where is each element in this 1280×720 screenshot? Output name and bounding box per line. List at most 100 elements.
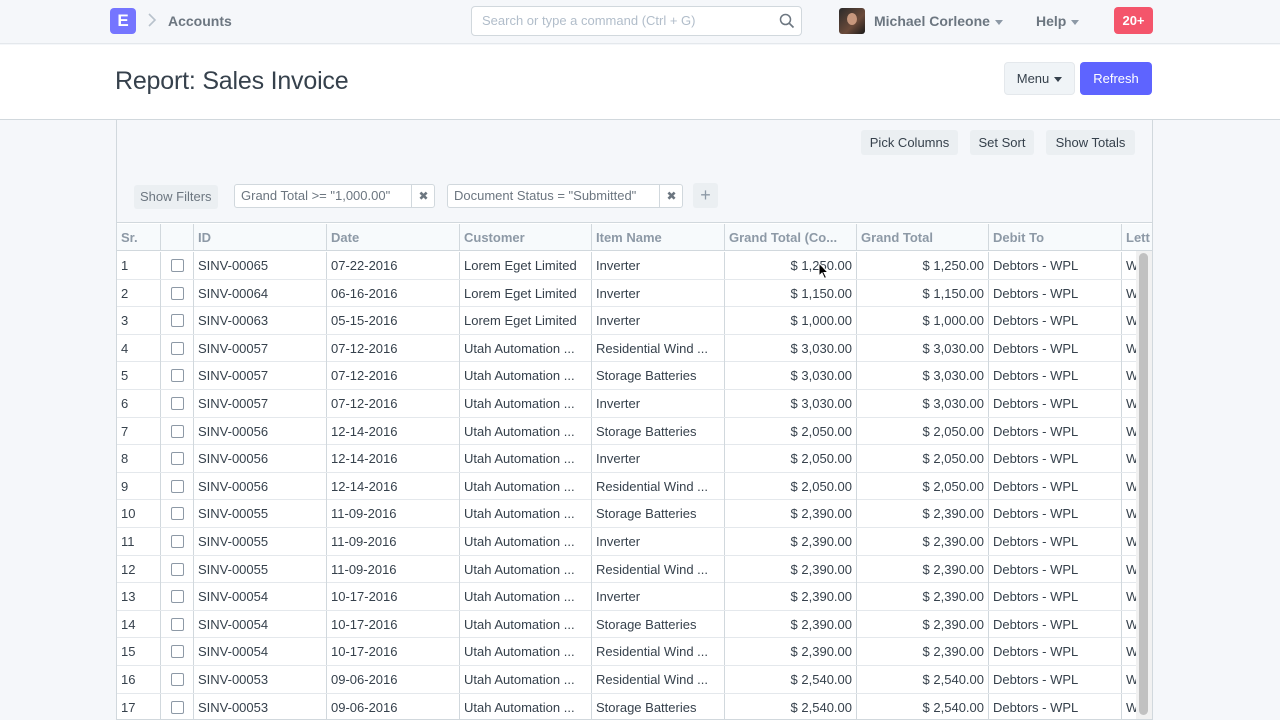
table-row[interactable]: 2 SINV-00064 06-16-2016 Lorem Eget Limited I… <box>117 279 1152 308</box>
cell-date[interactable]: 07-22-2016 <box>327 252 460 279</box>
table-row[interactable]: 13 SINV-00054 10-17-2016 Utah Automation ..… <box>117 583 1152 611</box>
refresh-button[interactable]: Refresh <box>1080 62 1152 95</box>
cell-customer[interactable]: Utah Automation ... <box>460 638 592 666</box>
cell-debit-to[interactable]: Debtors - WPL <box>989 307 1122 335</box>
cell-item-name[interactable]: Inverter <box>592 445 725 473</box>
cell-sr[interactable]: 11 <box>117 528 161 555</box>
cell-customer[interactable]: Utah Automation ... <box>460 610 592 638</box>
cell-item-name[interactable]: Inverter <box>592 307 725 335</box>
cell-id[interactable]: SINV-00056 <box>194 445 327 473</box>
cell-grand-total-company[interactable]: $ 2,050.00 <box>725 417 857 445</box>
breadcrumb-accounts[interactable]: Accounts <box>168 13 232 29</box>
cell-id[interactable]: SINV-00064 <box>194 279 327 307</box>
cell-customer[interactable]: Utah Automation ... <box>460 555 592 583</box>
cell-id[interactable]: SINV-00055 <box>194 555 327 583</box>
user-menu[interactable]: Michael Corleone <box>874 13 1003 29</box>
user-avatar[interactable] <box>839 8 865 34</box>
cell-debit-to[interactable]: Debtors - WPL <box>989 334 1122 362</box>
cell-item-name[interactable]: Storage Batteries <box>592 500 725 528</box>
cell-date[interactable]: 07-12-2016 <box>327 334 460 362</box>
search-input[interactable] <box>482 13 772 28</box>
cell-customer[interactable]: Utah Automation ... <box>460 445 592 473</box>
cell-grand-total-company[interactable]: $ 3,030.00 <box>725 362 857 390</box>
table-row[interactable]: 10 SINV-00055 11-09-2016 Utah Automation ..… <box>117 500 1152 528</box>
cell-date[interactable]: 11-09-2016 <box>327 555 460 583</box>
cell-customer[interactable]: Utah Automation ... <box>460 334 592 362</box>
cell-grand-total[interactable]: $ 3,030.00 <box>857 334 989 362</box>
grid-scrollbar-thumb[interactable] <box>1139 253 1148 715</box>
cell-select[interactable] <box>161 417 194 445</box>
cell-date[interactable]: 10-17-2016 <box>327 638 460 666</box>
cell-debit-to[interactable]: Debtors - WPL <box>989 390 1122 417</box>
cell-customer[interactable]: Lorem Eget Limited <box>460 279 592 307</box>
cell-item-name[interactable]: Residential Wind ... <box>592 638 725 666</box>
app-logo[interactable]: E <box>110 8 136 34</box>
add-filter-button[interactable]: + <box>693 183 718 208</box>
awesomebar[interactable] <box>471 6 802 36</box>
cell-debit-to[interactable]: Debtors - WPL <box>989 638 1122 666</box>
row-checkbox[interactable] <box>170 369 184 383</box>
cell-debit-to[interactable]: Debtors - WPL <box>989 583 1122 611</box>
cell-customer[interactable]: Utah Automation ... <box>460 472 592 500</box>
column-header-id[interactable]: ID <box>194 224 327 251</box>
table-row[interactable]: 16 SINV-00053 09-06-2016 Utah Automation ..… <box>117 666 1152 694</box>
cell-sr[interactable]: 5 <box>117 362 161 390</box>
table-row[interactable]: 9 SINV-00056 12-14-2016 Utah Automation ...… <box>117 472 1152 501</box>
cell-item-name[interactable]: Inverter <box>592 528 725 555</box>
cell-customer[interactable]: Utah Automation ... <box>460 500 592 528</box>
cell-sr[interactable]: 2 <box>117 279 161 307</box>
cell-grand-total-company[interactable]: $ 3,030.00 <box>725 390 857 417</box>
cell-grand-total-company[interactable]: $ 2,390.00 <box>725 638 857 666</box>
table-row[interactable]: 15 SINV-00054 10-17-2016 Utah Automation ..… <box>117 638 1152 666</box>
cell-id[interactable]: SINV-00065 <box>194 252 327 279</box>
cell-sr[interactable]: 14 <box>117 610 161 638</box>
column-header-grand-total-company[interactable]: Grand Total (Co... <box>725 224 857 251</box>
cell-date[interactable]: 07-12-2016 <box>327 362 460 390</box>
cell-customer[interactable]: Utah Automation ... <box>460 528 592 555</box>
cell-sr[interactable]: 3 <box>117 307 161 335</box>
column-header-customer[interactable]: Customer <box>460 224 592 251</box>
cell-debit-to[interactable]: Debtors - WPL <box>989 666 1122 693</box>
cell-sr[interactable]: 12 <box>117 555 161 583</box>
cell-sr[interactable]: 7 <box>117 417 161 445</box>
cell-grand-total[interactable]: $ 2,050.00 <box>857 445 989 473</box>
cell-id[interactable]: SINV-00056 <box>194 417 327 445</box>
cell-id[interactable]: SINV-00054 <box>194 638 327 666</box>
show-filters-button[interactable]: Show Filters <box>134 185 218 209</box>
table-row[interactable]: 14 SINV-00054 10-17-2016 Utah Automation ..… <box>117 610 1152 639</box>
cell-select[interactable] <box>161 472 194 500</box>
cell-sr[interactable]: 6 <box>117 390 161 417</box>
set-sort-button[interactable]: Set Sort <box>970 130 1034 155</box>
row-checkbox[interactable] <box>170 397 184 411</box>
cell-date[interactable]: 05-15-2016 <box>327 307 460 335</box>
cell-debit-to[interactable]: Debtors - WPL <box>989 472 1122 500</box>
table-row[interactable]: 8 SINV-00056 12-14-2016 Utah Automation ...… <box>117 445 1152 473</box>
row-checkbox[interactable] <box>170 286 184 300</box>
cell-debit-to[interactable]: Debtors - WPL <box>989 252 1122 279</box>
cell-debit-to[interactable]: Debtors - WPL <box>989 528 1122 555</box>
cell-grand-total[interactable]: $ 3,030.00 <box>857 390 989 417</box>
cell-select[interactable] <box>161 445 194 473</box>
row-checkbox[interactable] <box>170 700 184 714</box>
cell-id[interactable]: SINV-00054 <box>194 610 327 638</box>
row-checkbox[interactable] <box>170 452 184 466</box>
column-header-item-name[interactable]: Item Name <box>592 224 725 251</box>
cell-grand-total[interactable]: $ 2,050.00 <box>857 417 989 445</box>
cell-grand-total[interactable]: $ 2,390.00 <box>857 583 989 611</box>
show-totals-button[interactable]: Show Totals <box>1046 130 1135 155</box>
cell-item-name[interactable]: Inverter <box>592 252 725 279</box>
cell-select[interactable] <box>161 334 194 362</box>
cell-id[interactable]: SINV-00057 <box>194 334 327 362</box>
column-header-grand-total[interactable]: Grand Total <box>857 224 989 251</box>
cell-grand-total-company[interactable]: $ 2,390.00 <box>725 500 857 528</box>
cell-grand-total-company[interactable]: $ 2,050.00 <box>725 472 857 500</box>
cell-item-name[interactable]: Storage Batteries <box>592 362 725 390</box>
table-row[interactable]: 4 SINV-00057 07-12-2016 Utah Automation ...… <box>117 334 1152 363</box>
cell-debit-to[interactable]: Debtors - WPL <box>989 445 1122 473</box>
table-row[interactable]: 17 SINV-00053 09-06-2016 Utah Automation ..… <box>117 693 1152 719</box>
cell-sr[interactable]: 15 <box>117 638 161 666</box>
cell-grand-total[interactable]: $ 2,390.00 <box>857 528 989 555</box>
cell-select[interactable] <box>161 500 194 528</box>
search-icon[interactable] <box>779 13 795 29</box>
cell-grand-total[interactable]: $ 1,000.00 <box>857 307 989 335</box>
